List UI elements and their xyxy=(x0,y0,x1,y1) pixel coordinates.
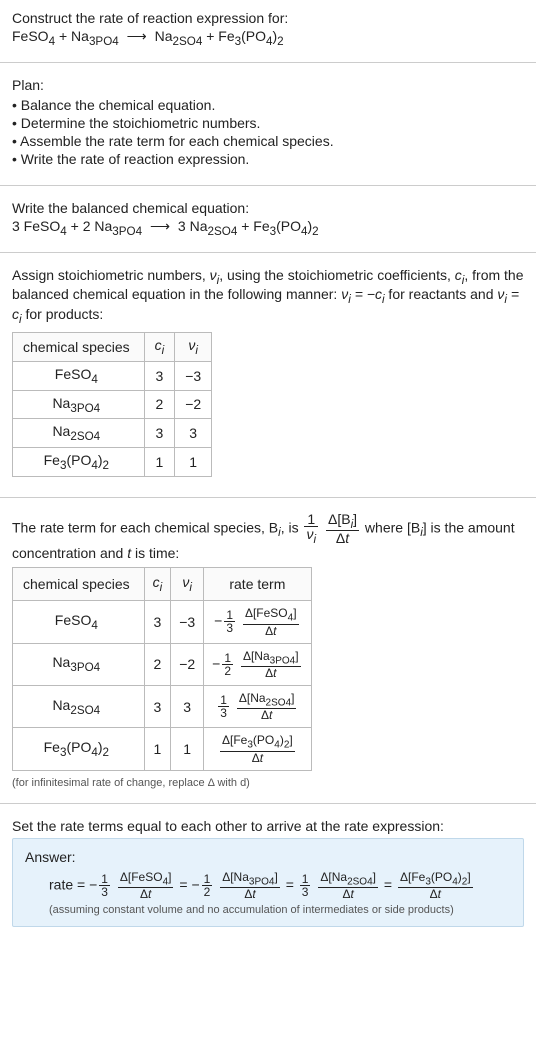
table-row: Na3PO42−2−12 Δ[Na3PO4]Δt xyxy=(13,643,312,685)
text: , is xyxy=(281,519,303,535)
divider xyxy=(0,497,536,498)
plan-heading: Plan: xyxy=(12,77,524,93)
table-row: FeSO43−3−13 Δ[FeSO4]Δt xyxy=(13,601,312,643)
plan-section: Plan: • Balance the chemical equation.• … xyxy=(0,67,536,181)
plan-list: • Balance the chemical equation. • Determ… xyxy=(12,97,524,167)
table-row: Na2SO433 xyxy=(13,419,212,448)
table-header: rate term xyxy=(204,568,311,601)
text: Assign stoichiometric numbers, xyxy=(12,267,210,283)
divider xyxy=(0,185,536,186)
plan-bullet: • Balance the chemical equation. xyxy=(12,97,524,113)
text: is time: xyxy=(131,545,179,561)
assign-text: Assign stoichiometric numbers, νi, using… xyxy=(12,267,524,326)
divider xyxy=(0,803,536,804)
table-row: Na2SO43313 Δ[Na2SO4]Δt xyxy=(13,686,312,728)
text: The rate term for each chemical species,… xyxy=(12,519,278,535)
text: where [B xyxy=(361,519,420,535)
stoichiometry-table: chemical speciesciνiFeSO43−3Na3PO42−2Na2… xyxy=(12,332,212,477)
infinitesimal-note: (for infinitesimal rate of change, repla… xyxy=(12,777,524,789)
plan-bullet: • Assemble the rate term for each chemic… xyxy=(12,133,524,149)
answer-box: Answer: rate = −13 Δ[FeSO4]Δt = −12 Δ[Na… xyxy=(12,838,524,927)
table-row: FeSO43−3 xyxy=(13,361,212,390)
text: for products: xyxy=(22,306,104,322)
set-equal-text: Set the rate terms equal to each other t… xyxy=(12,818,524,834)
rate-term-table: chemical speciesciνirate termFeSO43−3−13… xyxy=(12,567,312,770)
plan-bullet: • Determine the stoichiometric numbers. xyxy=(12,115,524,131)
text: , using the stoichiometric coefficients, xyxy=(219,267,455,283)
table-header: νi xyxy=(171,568,204,601)
divider xyxy=(0,62,536,63)
rate-term-section: The rate term for each chemical species,… xyxy=(0,502,536,799)
table-row: Na3PO42−2 xyxy=(13,390,212,419)
answer-label: Answer: xyxy=(25,849,511,865)
answer-expression: rate = −13 Δ[FeSO4]Δt = −12 Δ[Na3PO4]Δt … xyxy=(25,865,511,904)
page-title: Construct the rate of reaction expressio… xyxy=(12,10,524,26)
table-row: Fe3(PO4)211 xyxy=(13,448,212,477)
text: for reactants and xyxy=(385,286,498,302)
balanced-equation: 3 FeSO4 + 2 Na3PO4 ⟶ 3 Na2SO4 + Fe3(PO4)… xyxy=(12,218,524,238)
table-row: Fe3(PO4)211Δ[Fe3(PO4)2]Δt xyxy=(13,728,312,770)
answer-note: (assuming constant volume and no accumul… xyxy=(25,904,511,916)
prompt-section: Construct the rate of reaction expressio… xyxy=(0,0,536,58)
balanced-heading: Write the balanced chemical equation: xyxy=(12,200,524,216)
table-header: chemical species xyxy=(13,332,145,361)
table-header: νi xyxy=(175,332,212,361)
table-header: ci xyxy=(144,332,175,361)
assign-section: Assign stoichiometric numbers, νi , using… xyxy=(0,257,536,493)
table-header: chemical species xyxy=(13,568,145,601)
plan-bullet: • Write the rate of reaction expression. xyxy=(12,151,524,167)
unbalanced-equation: FeSO4 + Na3PO4 ⟶ Na2SO4 + Fe3(PO4)2 xyxy=(12,28,524,48)
table-header: ci xyxy=(144,568,171,601)
rate-frac: 1νi Δ[Bi]Δt xyxy=(302,519,361,535)
rate-term-text: The rate term for each chemical species,… xyxy=(12,512,524,561)
divider xyxy=(0,252,536,253)
final-section: Set the rate terms equal to each other t… xyxy=(0,808,536,947)
balanced-section: Write the balanced chemical equation: 3 … xyxy=(0,190,536,248)
